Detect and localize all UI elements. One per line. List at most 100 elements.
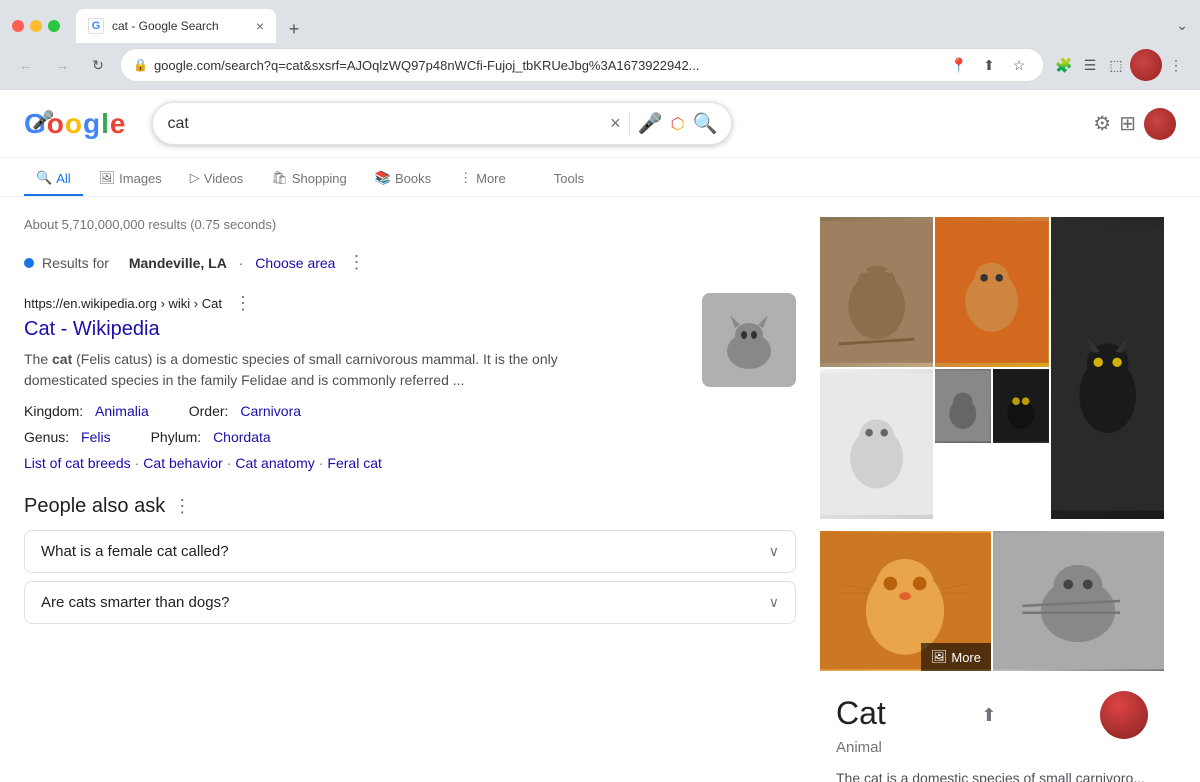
chrome-menu-icon[interactable]: ⋮ — [1164, 53, 1188, 77]
paa-question-2[interactable]: Are cats smarter than dogs? ∨ — [25, 582, 795, 623]
sub-link-anatomy[interactable]: Cat anatomy — [235, 455, 314, 471]
sidebar-icon[interactable]: ⬚ — [1104, 53, 1128, 77]
traffic-lights — [12, 20, 60, 32]
user-account-avatar[interactable] — [1144, 108, 1176, 140]
cat-image-8[interactable] — [993, 531, 1164, 671]
paa-options-icon[interactable]: ⋮ — [173, 496, 191, 517]
minimize-window-button[interactable] — [30, 20, 42, 32]
search-tabs: 🔍 All 🖼 Images ▷ Videos 🛍 Shopping 📚 Boo… — [0, 158, 1200, 197]
tab-videos[interactable]: ▷ Videos — [178, 162, 256, 196]
knowledge-panel: Cat ⬆ Animal The cat is a domestic speci… — [820, 675, 1164, 782]
paa-item-2[interactable]: Are cats smarter than dogs? ∨ — [24, 581, 796, 624]
search-submit-button[interactable]: 🔍 — [693, 111, 718, 136]
genus-label: Genus: — [24, 429, 69, 445]
tab-tools-label: Tools — [554, 171, 584, 186]
tab-shopping[interactable]: 🛍 Shopping — [259, 162, 358, 196]
browser-chrome: G cat - Google Search × + ⌄ ← → ↻ 🔒 goog… — [0, 0, 1200, 90]
kp-entity-image — [1100, 691, 1148, 739]
google-apps-icon[interactable]: ⊞ — [1119, 111, 1136, 136]
search-box: × 🎤 ⬡ 🔍 — [152, 102, 732, 145]
location-menu-icon[interactable]: ⋮ — [347, 252, 365, 273]
location-dot-icon — [24, 258, 34, 268]
cat-image-1[interactable] — [820, 217, 933, 367]
fullscreen-window-button[interactable] — [48, 20, 60, 32]
cat-image-6[interactable] — [993, 369, 1049, 443]
tab-more-label: More — [476, 171, 506, 186]
chevron-down-icon[interactable]: ⌄ — [1176, 17, 1188, 33]
phylum-meta: Phylum: Chordata — [151, 429, 271, 445]
search-clear-button[interactable]: × — [610, 113, 621, 134]
forward-button[interactable]: → — [48, 51, 76, 79]
link-separator-3: · — [319, 455, 324, 471]
cat-image-4[interactable] — [820, 369, 933, 519]
tab-images[interactable]: 🖼 Images — [87, 162, 174, 196]
cat-img-2-svg — [935, 217, 1048, 367]
address-input-container[interactable]: 🔒 google.com/search?q=cat&sxsrf=AJOqlzWQ… — [120, 48, 1044, 82]
new-tab-button[interactable]: + — [280, 15, 308, 43]
more-images-icon: 🖼 — [931, 649, 948, 665]
paa-item-1[interactable]: What is a female cat called? ∨ — [24, 530, 796, 573]
result-metadata: Kingdom: Animalia Order: Carnivora — [24, 403, 686, 419]
tab-manager-icon[interactable]: ☰ — [1078, 53, 1102, 77]
result-title-link[interactable]: Cat - Wikipedia — [24, 318, 686, 341]
bookmark-icon[interactable]: ☆ — [1007, 53, 1031, 77]
order-meta: Order: Carnivora — [189, 403, 301, 419]
result-bold-cat: cat — [52, 351, 72, 367]
cat-img-1-svg — [820, 217, 933, 367]
choose-area-link[interactable]: Choose area — [255, 255, 335, 271]
address-bar: ← → ↻ 🔒 google.com/search?q=cat&sxsrf=AJ… — [0, 44, 1200, 90]
image-search-icon[interactable]: ⬡ — [671, 114, 685, 134]
sub-link-feral[interactable]: Feral cat — [327, 455, 381, 471]
cat-image-2[interactable] — [935, 217, 1048, 367]
kp-share-icon[interactable]: ⬆ — [981, 705, 996, 726]
tab-all[interactable]: 🔍 All — [24, 162, 83, 196]
order-label: Order: — [189, 403, 229, 419]
paa-chevron-2-icon: ∨ — [769, 594, 779, 611]
result-options-icon[interactable]: ⋮ — [234, 293, 252, 314]
cat-img-5-svg — [935, 369, 991, 443]
window-controls: ⌄ — [1176, 17, 1188, 35]
tab-more[interactable]: ⋮ More — [447, 162, 518, 196]
genus-value-link[interactable]: Felis — [81, 429, 111, 445]
reload-button[interactable]: ↻ — [84, 51, 112, 79]
phylum-value-link[interactable]: Chordata — [213, 429, 271, 445]
logo-o2: o — [65, 108, 81, 140]
kp-title-row: Cat ⬆ — [836, 691, 1148, 739]
search-input[interactable] — [167, 115, 602, 133]
close-window-button[interactable] — [12, 20, 24, 32]
tab-close-button[interactable]: × — [256, 18, 264, 34]
bottom-images-row: 🖼 More — [820, 531, 1164, 671]
kingdom-value-link[interactable]: Animalia — [95, 403, 149, 419]
cat-image-3[interactable] — [1051, 217, 1164, 519]
books-tab-icon: 📚 — [375, 170, 391, 186]
result-thumbnail — [702, 293, 796, 387]
paa-header: People also ask ⋮ — [24, 495, 796, 518]
search-divider — [629, 112, 630, 136]
google-header: G o o g l e 🎤 × 🎤 ⬡ 🔍 ⚙ ⊞ — [0, 90, 1200, 158]
voice-search-icon[interactable]: 🎤 — [638, 111, 663, 136]
back-button[interactable]: ← — [12, 51, 40, 79]
cat-img-6-svg — [993, 369, 1049, 443]
browser-tab[interactable]: G cat - Google Search × — [76, 9, 276, 43]
images-grid — [820, 217, 1164, 529]
sub-link-behavior[interactable]: Cat behavior — [143, 455, 222, 471]
extensions-icon[interactable]: 🧩 — [1052, 53, 1076, 77]
cat-image-5[interactable] — [935, 369, 991, 443]
paa-question-1[interactable]: What is a female cat called? ∨ — [25, 531, 795, 572]
tab-shopping-label: Shopping — [292, 171, 347, 186]
user-avatar[interactable] — [1130, 49, 1162, 81]
settings-icon[interactable]: ⚙ — [1093, 111, 1111, 136]
tab-tools[interactable]: Tools — [542, 163, 596, 196]
share-icon[interactable]: ⬆ — [977, 53, 1001, 77]
order-value-link[interactable]: Carnivora — [240, 403, 301, 419]
tab-bar: G cat - Google Search × + — [76, 9, 1168, 43]
phylum-label: Phylum: — [151, 429, 202, 445]
sub-link-breeds[interactable]: List of cat breeds — [24, 455, 131, 471]
search-input-wrap[interactable]: × 🎤 ⬡ 🔍 — [152, 102, 732, 145]
cat-image-7[interactable]: 🖼 More — [820, 531, 991, 671]
location-icon[interactable]: 📍 — [947, 53, 971, 77]
results-count: About 5,710,000,000 results (0.75 second… — [24, 217, 796, 232]
more-images-button[interactable]: 🖼 More — [921, 643, 991, 671]
logo-l: l — [101, 108, 108, 140]
tab-books[interactable]: 📚 Books — [363, 162, 443, 196]
